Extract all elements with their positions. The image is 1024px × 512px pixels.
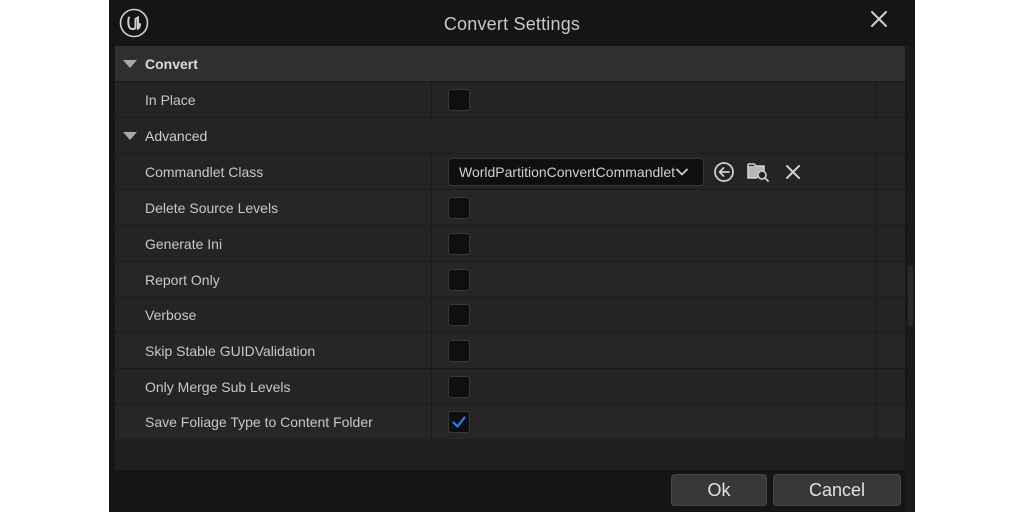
chevron-down-icon [676, 168, 688, 175]
verbose-checkbox[interactable] [448, 304, 470, 326]
property-label: Commandlet Class [145, 163, 264, 180]
in-place-checkbox[interactable] [448, 88, 470, 111]
property-row-verbose: Verbose [115, 298, 905, 333]
use-selected-button[interactable] [712, 160, 736, 184]
window-title: Convert Settings [443, 14, 581, 34]
column-divider[interactable] [431, 226, 432, 261]
commandlet-class-combo[interactable]: WorldPartitionConvertCommandlet [448, 157, 704, 186]
column-divider[interactable] [431, 405, 432, 439]
property-row-only-merge-sub-levels: Only Merge Sub Levels [115, 369, 905, 405]
close-button[interactable] [865, 5, 893, 33]
save-foliage-type-checkbox[interactable] [448, 411, 470, 433]
column-divider[interactable] [431, 369, 432, 404]
column-divider[interactable] [431, 190, 432, 225]
only-merge-sub-levels-checkbox[interactable] [448, 375, 470, 398]
column-divider [875, 333, 876, 368]
property-label: Only Merge Sub Levels [145, 378, 291, 395]
clear-button[interactable] [781, 160, 805, 184]
generate-ini-checkbox[interactable] [448, 232, 470, 255]
column-divider [875, 82, 876, 117]
property-row-delete-source-levels: Delete Source Levels [115, 190, 905, 226]
browse-folder-search-icon [747, 162, 769, 182]
property-label: Generate Ini [145, 235, 223, 252]
column-divider [875, 298, 876, 332]
column-divider [875, 405, 876, 439]
checkmark-icon [452, 416, 466, 428]
column-divider [875, 154, 876, 189]
column-divider [875, 369, 876, 404]
property-row-save-foliage-type: Save Foliage Type to Content Folder [115, 405, 905, 439]
skip-stable-guid-validation-checkbox[interactable] [448, 339, 470, 362]
property-label: Delete Source Levels [145, 199, 279, 216]
property-row-skip-stable-guid-validation: Skip Stable GUIDValidation [115, 333, 905, 369]
chevron-down-icon [123, 59, 137, 68]
title-bar: Convert Settings [109, 0, 915, 46]
cancel-button[interactable]: Cancel [773, 474, 901, 506]
category-advanced[interactable]: Advanced [115, 118, 905, 154]
property-row-generate-ini: Generate Ini [115, 226, 905, 262]
column-divider [875, 190, 876, 225]
column-divider[interactable] [431, 82, 432, 117]
browse-button[interactable] [746, 160, 770, 184]
convert-settings-dialog: Convert Settings Convert In Place Advanc… [109, 0, 915, 512]
category-convert[interactable]: Convert [115, 46, 905, 82]
category-label: Convert [145, 55, 198, 72]
scrollbar[interactable] [906, 46, 915, 512]
clear-x-icon [786, 164, 800, 179]
details-panel: Convert In Place Advanced Commandlet Cla… [115, 46, 905, 439]
scrollbar-thumb[interactable] [908, 266, 913, 326]
property-row-report-only: Report Only [115, 262, 905, 298]
page: Convert Settings Convert In Place Advanc… [0, 0, 1024, 512]
column-divider[interactable] [431, 298, 432, 332]
column-divider[interactable] [431, 333, 432, 368]
property-label: Save Foliage Type to Content Folder [145, 414, 373, 430]
property-label: Verbose [145, 307, 197, 323]
delete-source-levels-checkbox[interactable] [448, 196, 470, 219]
column-divider [875, 226, 876, 261]
ok-button[interactable]: Ok [671, 474, 767, 506]
column-divider[interactable] [431, 154, 432, 189]
column-divider [875, 262, 876, 297]
property-label: In Place [145, 91, 196, 108]
category-label: Advanced [145, 127, 208, 144]
report-only-checkbox[interactable] [448, 268, 470, 291]
property-label: Skip Stable GUIDValidation [145, 342, 316, 359]
combo-value: WorldPartitionConvertCommandlet [459, 163, 676, 180]
property-row-commandlet-class: Commandlet Class WorldPartitionConvertCo… [115, 154, 905, 190]
chevron-down-icon [123, 131, 137, 140]
close-icon [871, 11, 887, 27]
footer-spacer [115, 439, 905, 470]
property-row-in-place: In Place [115, 82, 905, 118]
property-label: Report Only [145, 271, 220, 288]
use-selected-arrow-icon [714, 161, 734, 182]
column-divider[interactable] [431, 262, 432, 297]
